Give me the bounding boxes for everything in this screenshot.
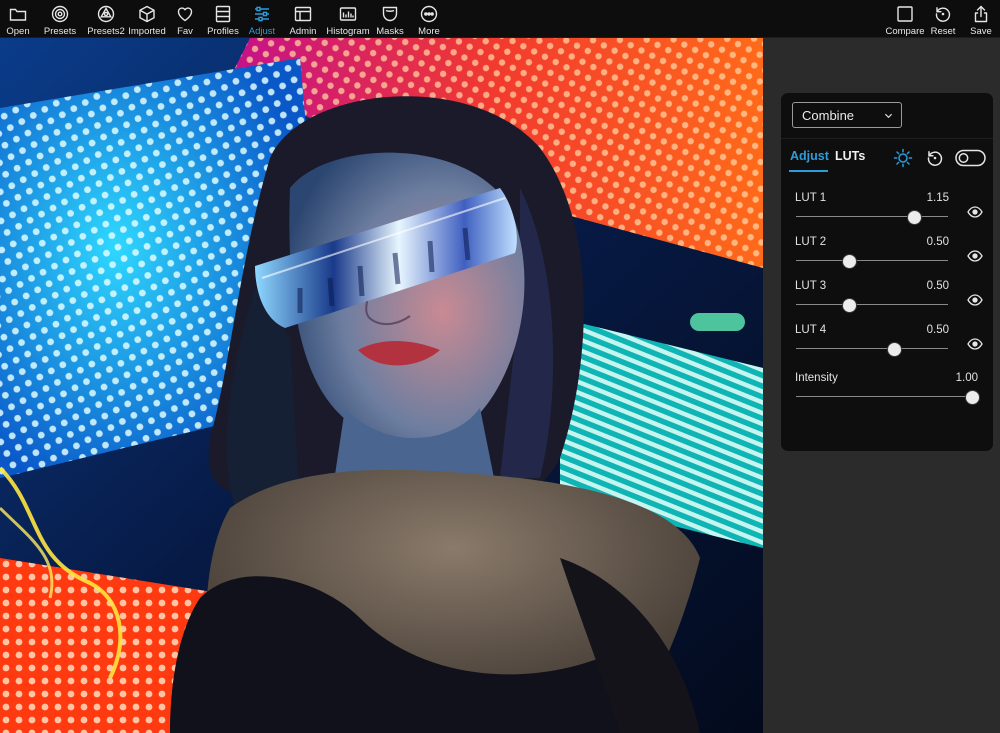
intensity-value: 1.00 xyxy=(955,372,978,384)
enable-toggle[interactable] xyxy=(955,149,986,167)
tab-luts[interactable]: LUTs xyxy=(835,149,865,163)
lut-3-value: 0.50 xyxy=(926,280,949,292)
lut-2-value: 0.50 xyxy=(926,236,949,248)
reset-button[interactable]: Reset xyxy=(928,0,958,38)
masks-button[interactable]: Masks xyxy=(373,0,407,38)
lut-2-label: LUT 2 xyxy=(795,236,827,248)
adjust-panel: Combine Adjust LUTs LUT 1 1.15 LUT 2 0.5… xyxy=(781,93,993,451)
sliders-icon xyxy=(255,6,269,22)
intensity-label: Intensity xyxy=(795,372,838,384)
lut-3-label: LUT 3 xyxy=(795,280,827,292)
lut-4-value: 0.50 xyxy=(926,324,949,336)
lut-4-slider[interactable] xyxy=(796,342,948,357)
slider-knob[interactable] xyxy=(887,342,903,357)
presets-icon xyxy=(51,5,69,23)
presets-button[interactable]: Presets xyxy=(42,0,78,38)
open-button[interactable]: Open xyxy=(0,0,36,38)
toggle-switch-icon xyxy=(955,149,986,167)
top-toolbar: Open Presets Presets2 Imported Fav Profi… xyxy=(0,0,1000,38)
lut-1-label: LUT 1 xyxy=(795,192,827,204)
adjust-button[interactable]: Adjust xyxy=(244,0,280,38)
mode-select[interactable]: Combine xyxy=(792,102,902,128)
photo-image xyxy=(0,38,763,733)
eye-icon[interactable] xyxy=(967,206,983,218)
slider-track xyxy=(796,216,948,217)
save-button[interactable]: Save xyxy=(966,0,996,38)
lut-1-value: 1.15 xyxy=(926,192,949,204)
reset-label: Reset xyxy=(930,26,956,37)
histogram-label: Histogram xyxy=(326,26,370,37)
lut-4-label: LUT 4 xyxy=(795,324,827,336)
layout-icon xyxy=(294,6,312,22)
imported-label: Imported xyxy=(128,26,166,37)
heart-icon xyxy=(177,7,193,22)
slider-knob[interactable] xyxy=(964,390,980,405)
fav-button[interactable]: Fav xyxy=(169,0,201,38)
active-tab-indicator xyxy=(789,170,828,172)
compare-icon xyxy=(897,6,913,22)
adjust-label: Adjust xyxy=(248,26,276,37)
presets-label: Presets xyxy=(43,26,77,37)
slider-knob[interactable] xyxy=(907,210,923,225)
mask-icon xyxy=(382,6,398,22)
fav-label: Fav xyxy=(177,26,193,37)
eye-icon[interactable] xyxy=(967,294,983,306)
slider-track xyxy=(796,260,948,261)
eye-icon[interactable] xyxy=(967,250,983,262)
presets2-icon xyxy=(97,5,115,23)
slider-track xyxy=(796,348,948,349)
chevron-down-icon xyxy=(884,113,893,119)
admin-button[interactable]: Admin xyxy=(286,0,320,38)
slider-track xyxy=(796,304,948,305)
intensity-slider[interactable] xyxy=(796,390,980,405)
share-icon xyxy=(974,5,988,23)
histogram-icon xyxy=(339,7,357,21)
profiles-label: Profiles xyxy=(207,26,239,37)
eye-icon[interactable] xyxy=(967,338,983,350)
tab-adjust[interactable]: Adjust xyxy=(790,149,829,163)
more-icon xyxy=(420,5,438,23)
sun-icon xyxy=(893,148,913,168)
compare-label: Compare xyxy=(885,26,925,37)
histogram-button[interactable]: Histogram xyxy=(326,0,370,38)
reset-icon xyxy=(935,7,951,22)
lut-2-slider[interactable] xyxy=(796,254,948,269)
cube-icon xyxy=(139,5,155,23)
compare-button[interactable]: Compare xyxy=(884,0,926,38)
imported-button[interactable]: Imported xyxy=(127,0,167,38)
reset-adjustments-button[interactable] xyxy=(925,148,945,168)
lut-3-slider[interactable] xyxy=(796,298,948,313)
more-button[interactable]: More xyxy=(413,0,445,38)
profiles-icon xyxy=(215,5,231,23)
presets2-button[interactable]: Presets2 xyxy=(86,0,126,38)
rotate-reset-icon xyxy=(927,151,943,166)
more-label: More xyxy=(418,26,440,37)
folder-icon xyxy=(9,8,27,21)
slider-knob[interactable] xyxy=(841,298,857,313)
open-label: Open xyxy=(6,26,30,37)
save-label: Save xyxy=(970,26,992,37)
presets2-label: Presets2 xyxy=(87,26,125,37)
slider-track xyxy=(796,396,972,397)
admin-label: Admin xyxy=(289,26,317,37)
slider-knob[interactable] xyxy=(841,254,857,269)
profiles-button[interactable]: Profiles xyxy=(205,0,241,38)
auto-adjust-button[interactable] xyxy=(893,148,913,168)
mode-select-value: Combine xyxy=(802,107,855,123)
photo-canvas[interactable] xyxy=(0,38,763,733)
lut-1-slider[interactable] xyxy=(796,210,948,225)
masks-label: Masks xyxy=(376,26,404,37)
panel-divider xyxy=(781,138,993,139)
